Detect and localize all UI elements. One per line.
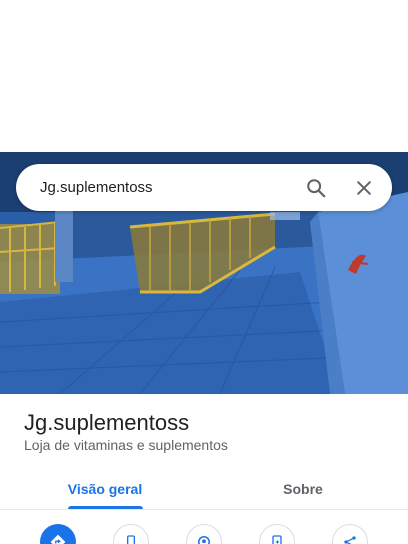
- close-button[interactable]: [344, 168, 384, 208]
- map-area-blank: [0, 0, 408, 152]
- search-button[interactable]: [296, 168, 336, 208]
- place-category[interactable]: Loja de vitaminas e suplementos: [24, 437, 228, 453]
- search-input[interactable]: [16, 164, 296, 211]
- search-bar: [16, 164, 392, 211]
- tab-about[interactable]: Sobre: [248, 470, 358, 508]
- directions-button[interactable]: [40, 524, 76, 544]
- active-tab-indicator: [68, 506, 143, 509]
- location-icon: [198, 536, 210, 544]
- close-icon: [357, 180, 371, 195]
- call-button[interactable]: [113, 524, 149, 544]
- phone-icon: [127, 535, 135, 544]
- send-to-phone-icon: [272, 535, 282, 544]
- location-button[interactable]: [186, 524, 222, 544]
- directions-icon: [50, 534, 66, 544]
- action-buttons-row: [0, 524, 408, 544]
- share-icon: [344, 536, 356, 544]
- search-icon: [307, 178, 326, 197]
- place-info-panel: Jg.suplementoss Loja de vitaminas e supl…: [0, 394, 408, 544]
- share-button[interactable]: [332, 524, 368, 544]
- place-title: Jg.suplementoss: [24, 410, 190, 435]
- tab-bar: Visão geral Sobre: [0, 470, 408, 510]
- send-to-phone-button[interactable]: [259, 524, 295, 544]
- tab-overview[interactable]: Visão geral: [50, 470, 160, 508]
